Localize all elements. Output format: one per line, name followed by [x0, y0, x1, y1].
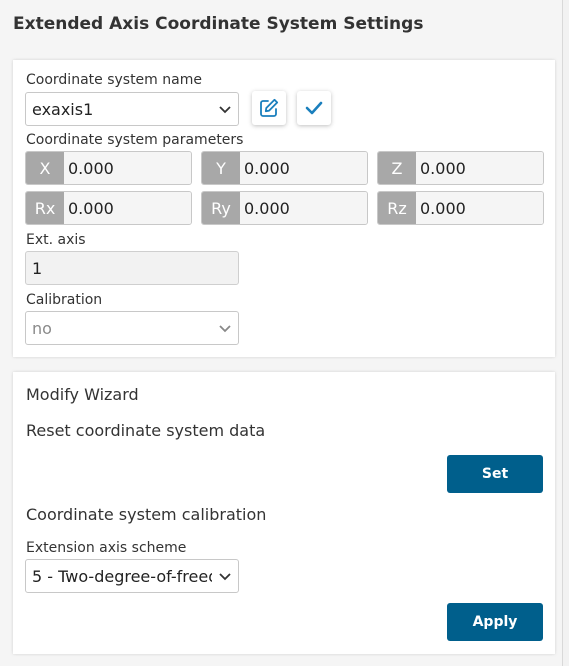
calibration-label: Calibration: [26, 292, 103, 308]
apply-button[interactable]: Apply: [447, 603, 543, 641]
chevron-down-icon: [219, 573, 231, 581]
param-rx-tag: Rx: [26, 192, 64, 224]
param-z-tag: Z: [378, 152, 416, 184]
param-z-field[interactable]: Z 0.000: [377, 151, 544, 185]
check-icon: [305, 101, 323, 115]
coordinate-system-name-select[interactable]: exaxis1: [25, 92, 239, 126]
chevron-down-icon: [219, 325, 231, 333]
set-button[interactable]: Set: [447, 455, 543, 493]
param-rx-value: 0.000: [64, 192, 191, 224]
calibration-select[interactable]: no: [25, 311, 239, 345]
ext-axis-input[interactable]: 1: [25, 251, 239, 285]
modify-wizard-card: Modify Wizard Reset coordinate system da…: [13, 372, 555, 654]
edit-button[interactable]: [252, 91, 286, 125]
calibration-value: no: [32, 318, 52, 338]
coordinate-system-name-value: exaxis1: [32, 99, 94, 119]
confirm-button[interactable]: [297, 91, 331, 125]
modify-wizard-title: Modify Wizard: [26, 385, 139, 404]
coordinate-system-card: Coordinate system name exaxis1 Coordinat…: [13, 60, 555, 357]
coordinate-system-name-label: Coordinate system name: [26, 72, 202, 88]
param-rz-field[interactable]: Rz 0.000: [377, 191, 544, 225]
param-ry-tag: Ry: [202, 192, 240, 224]
ext-axis-value: 1: [32, 258, 43, 278]
param-rx-field[interactable]: Rx 0.000: [25, 191, 192, 225]
extension-axis-scheme-select[interactable]: 5 - Two-degree-of-freedom: [25, 559, 239, 593]
chevron-down-icon: [219, 106, 231, 114]
calibration-heading: Coordinate system calibration: [26, 505, 267, 524]
param-x-tag: X: [26, 152, 64, 184]
param-x-field[interactable]: X 0.000: [25, 151, 192, 185]
reset-coordinate-label: Reset coordinate system data: [26, 421, 266, 440]
param-z-value: 0.000: [416, 152, 543, 184]
page-title: Extended Axis Coordinate System Settings: [13, 14, 424, 34]
extension-axis-scheme-label: Extension axis scheme: [26, 540, 187, 556]
extension-axis-scheme-value: 5 - Two-degree-of-freedom: [32, 566, 212, 586]
param-ry-value: 0.000: [240, 192, 367, 224]
param-rz-value: 0.000: [416, 192, 543, 224]
param-rz-tag: Rz: [378, 192, 416, 224]
param-y-value: 0.000: [240, 152, 367, 184]
coordinate-system-parameters-label: Coordinate system parameters: [26, 132, 244, 148]
ext-axis-label: Ext. axis: [26, 232, 86, 248]
edit-icon: [260, 98, 279, 117]
param-x-value: 0.000: [64, 152, 191, 184]
param-y-field[interactable]: Y 0.000: [201, 151, 368, 185]
param-y-tag: Y: [202, 152, 240, 184]
param-ry-field[interactable]: Ry 0.000: [201, 191, 368, 225]
